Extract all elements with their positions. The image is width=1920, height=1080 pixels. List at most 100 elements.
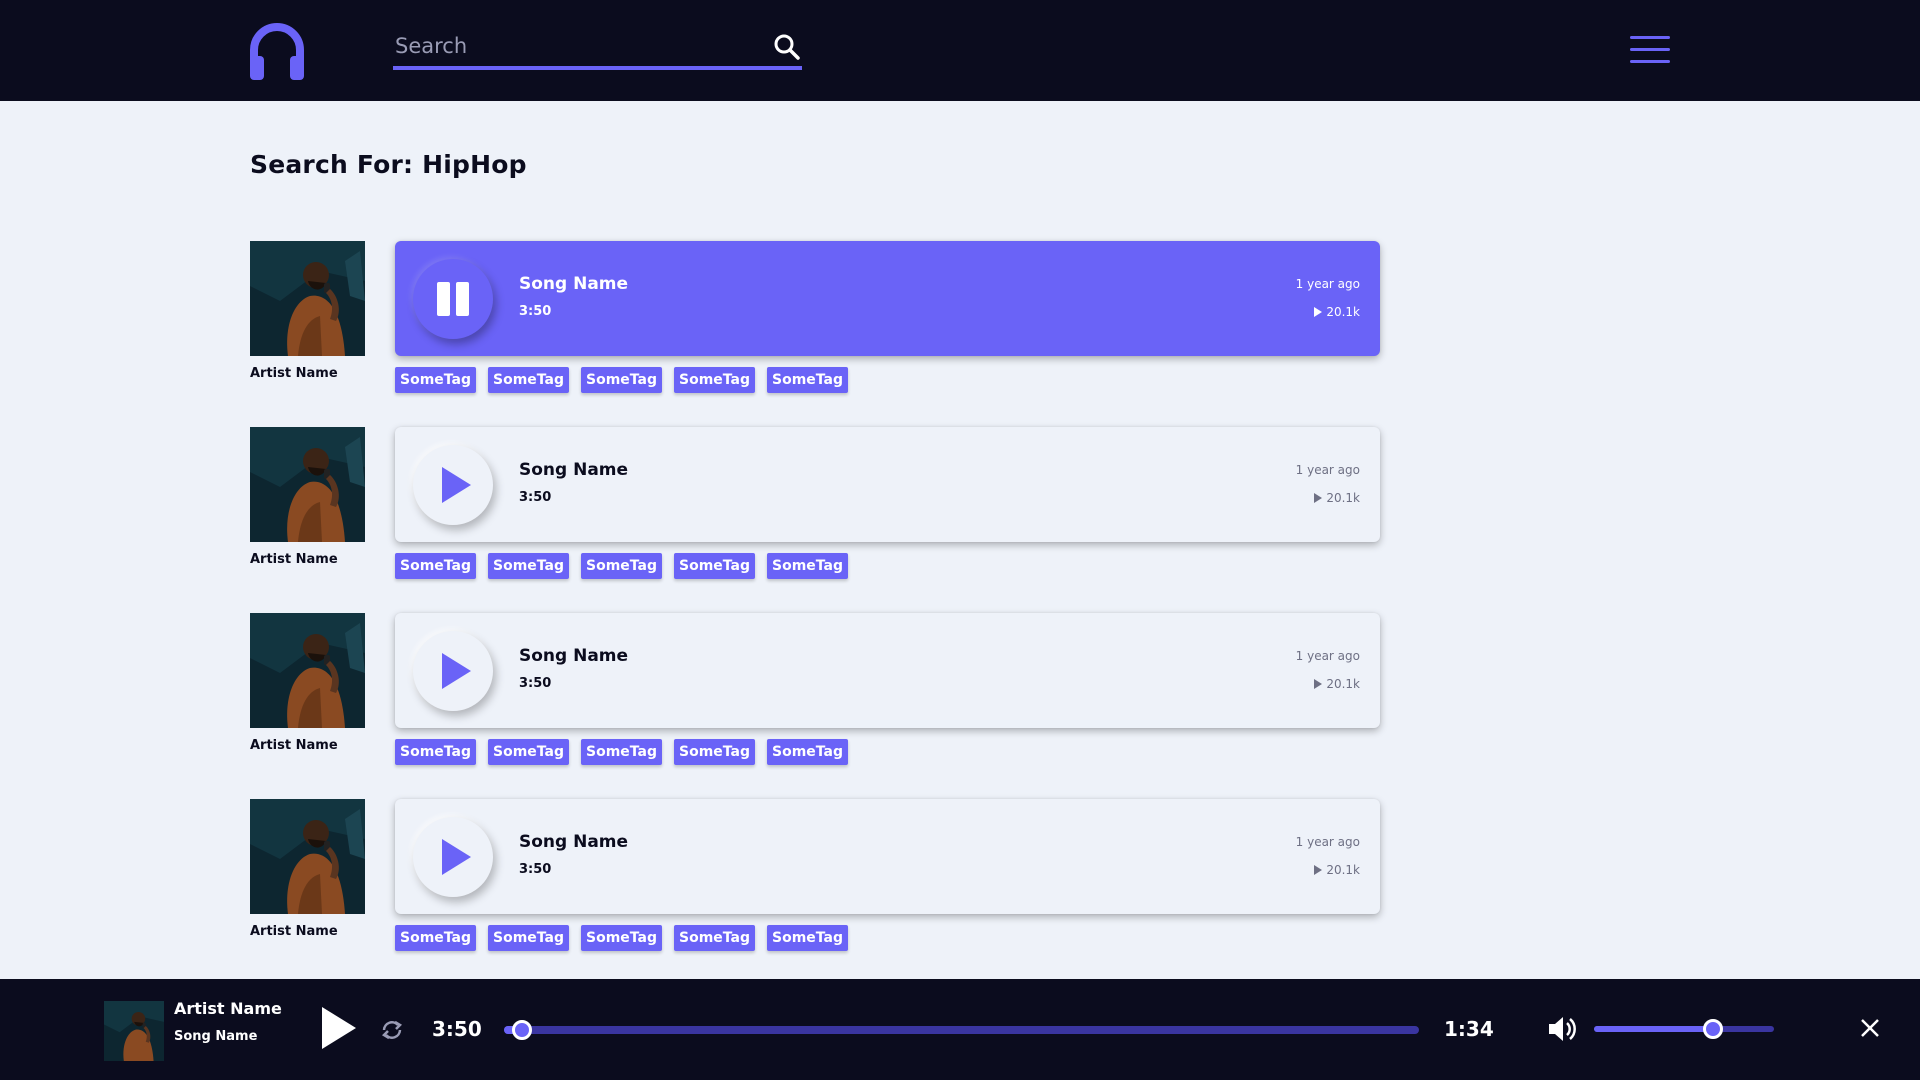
repeat-icon[interactable]	[379, 1017, 405, 1043]
player-artist-name: Artist Name	[174, 999, 282, 1018]
play-count-value: 20.1k	[1326, 305, 1360, 319]
tag[interactable]: SomeTag	[581, 367, 662, 393]
artist-name[interactable]: Artist Name	[250, 366, 338, 381]
artist-name[interactable]: Artist Name	[250, 552, 338, 567]
play-button[interactable]	[413, 631, 493, 711]
song-card[interactable]: Song Name 3:50 1 year ago 20.1k	[395, 427, 1380, 542]
player-song-name: Song Name	[174, 1029, 258, 1044]
song-age: 1 year ago	[1295, 463, 1360, 477]
play-count: 20.1k	[1314, 677, 1360, 691]
tag[interactable]: SomeTag	[488, 367, 569, 393]
tag[interactable]: SomeTag	[767, 367, 848, 393]
close-icon[interactable]	[1860, 1018, 1880, 1038]
play-count-icon	[1314, 865, 1323, 875]
song-age: 1 year ago	[1295, 277, 1360, 291]
tag[interactable]: SomeTag	[581, 925, 662, 951]
tag[interactable]: SomeTag	[395, 553, 476, 579]
artist-photo	[250, 799, 365, 914]
song-cover-art[interactable]	[250, 613, 365, 728]
volume-fill	[1594, 1026, 1713, 1032]
artist-photo	[250, 427, 365, 542]
song-name: Song Name	[519, 832, 629, 852]
song-cover-art[interactable]	[250, 241, 365, 356]
result-row: Artist Name Song Name 3:50 1 year ago 20…	[250, 613, 1390, 799]
volume-slider[interactable]	[1594, 1019, 1774, 1039]
page-title: Search For: HipHop	[250, 150, 527, 179]
progress-handle[interactable]	[512, 1020, 533, 1040]
tag-list: SomeTag SomeTag SomeTag SomeTag SomeTag	[395, 739, 848, 765]
play-icon	[442, 839, 471, 875]
hamburger-menu-icon[interactable]	[1630, 36, 1670, 66]
play-button[interactable]	[413, 445, 493, 525]
tag-list: SomeTag SomeTag SomeTag SomeTag SomeTag	[395, 553, 848, 579]
song-card[interactable]: Song Name 3:50 1 year ago 20.1k	[395, 799, 1380, 914]
play-count: 20.1k	[1314, 491, 1360, 505]
play-count: 20.1k	[1314, 863, 1360, 877]
menu-line	[1630, 36, 1670, 39]
tag[interactable]: SomeTag	[674, 553, 755, 579]
tag[interactable]: SomeTag	[488, 925, 569, 951]
tag[interactable]: SomeTag	[395, 367, 476, 393]
song-duration: 3:50	[519, 862, 552, 877]
artist-name[interactable]: Artist Name	[250, 738, 338, 753]
results-list: Artist Name Song Name 3:50 1 year ago 20…	[250, 241, 1390, 985]
progress-slider[interactable]	[504, 1020, 1419, 1040]
top-header	[0, 0, 1920, 101]
play-count-value: 20.1k	[1326, 677, 1360, 691]
volume-handle[interactable]	[1702, 1019, 1723, 1039]
tag[interactable]: SomeTag	[674, 925, 755, 951]
volume-icon[interactable]	[1546, 1013, 1578, 1045]
song-duration: 3:50	[519, 490, 552, 505]
menu-line	[1630, 60, 1670, 63]
song-cover-art[interactable]	[250, 799, 365, 914]
play-count-icon	[1314, 493, 1323, 503]
play-icon	[442, 467, 471, 503]
song-age: 1 year ago	[1295, 649, 1360, 663]
search-icon[interactable]	[772, 32, 802, 62]
tag[interactable]: SomeTag	[674, 367, 755, 393]
tag[interactable]: SomeTag	[767, 739, 848, 765]
search-bar	[393, 26, 802, 70]
play-icon[interactable]	[318, 1005, 358, 1051]
tag[interactable]: SomeTag	[581, 553, 662, 579]
song-card[interactable]: Song Name 3:50 1 year ago 20.1k	[395, 613, 1380, 728]
play-count: 20.1k	[1314, 305, 1360, 319]
song-cover-art[interactable]	[250, 427, 365, 542]
artist-photo	[250, 241, 365, 356]
search-input[interactable]	[393, 26, 763, 66]
menu-line	[1630, 48, 1670, 51]
tag[interactable]: SomeTag	[767, 553, 848, 579]
artist-photo	[104, 1001, 164, 1061]
pause-button[interactable]	[413, 259, 493, 339]
play-count-icon	[1314, 307, 1323, 317]
song-age: 1 year ago	[1295, 835, 1360, 849]
song-name: Song Name	[519, 460, 629, 480]
song-duration: 3:50	[519, 304, 552, 319]
song-name: Song Name	[519, 274, 629, 294]
player-cover-art	[104, 1001, 164, 1061]
headphones-icon[interactable]	[248, 20, 306, 80]
song-card[interactable]: Song Name 3:50 1 year ago 20.1k	[395, 241, 1380, 356]
song-name: Song Name	[519, 646, 629, 666]
result-row: Artist Name Song Name 3:50 1 year ago 20…	[250, 799, 1390, 985]
tag-list: SomeTag SomeTag SomeTag SomeTag SomeTag	[395, 367, 848, 393]
result-row: Artist Name Song Name 3:50 1 year ago 20…	[250, 241, 1390, 427]
player-bar: Artist Name Song Name 3:50 1:34	[0, 979, 1920, 1080]
pause-icon	[437, 282, 469, 316]
play-count-value: 20.1k	[1326, 863, 1360, 877]
tag[interactable]: SomeTag	[488, 553, 569, 579]
current-time: 3:50	[432, 1017, 482, 1041]
tag[interactable]: SomeTag	[767, 925, 848, 951]
artist-name[interactable]: Artist Name	[250, 924, 338, 939]
play-count-value: 20.1k	[1326, 491, 1360, 505]
tag[interactable]: SomeTag	[395, 925, 476, 951]
tag-list: SomeTag SomeTag SomeTag SomeTag SomeTag	[395, 925, 848, 951]
artist-photo	[250, 613, 365, 728]
tag[interactable]: SomeTag	[395, 739, 476, 765]
tag[interactable]: SomeTag	[581, 739, 662, 765]
tag[interactable]: SomeTag	[488, 739, 569, 765]
song-duration: 3:50	[519, 676, 552, 691]
play-button[interactable]	[413, 817, 493, 897]
tag[interactable]: SomeTag	[674, 739, 755, 765]
play-count-icon	[1314, 679, 1323, 689]
